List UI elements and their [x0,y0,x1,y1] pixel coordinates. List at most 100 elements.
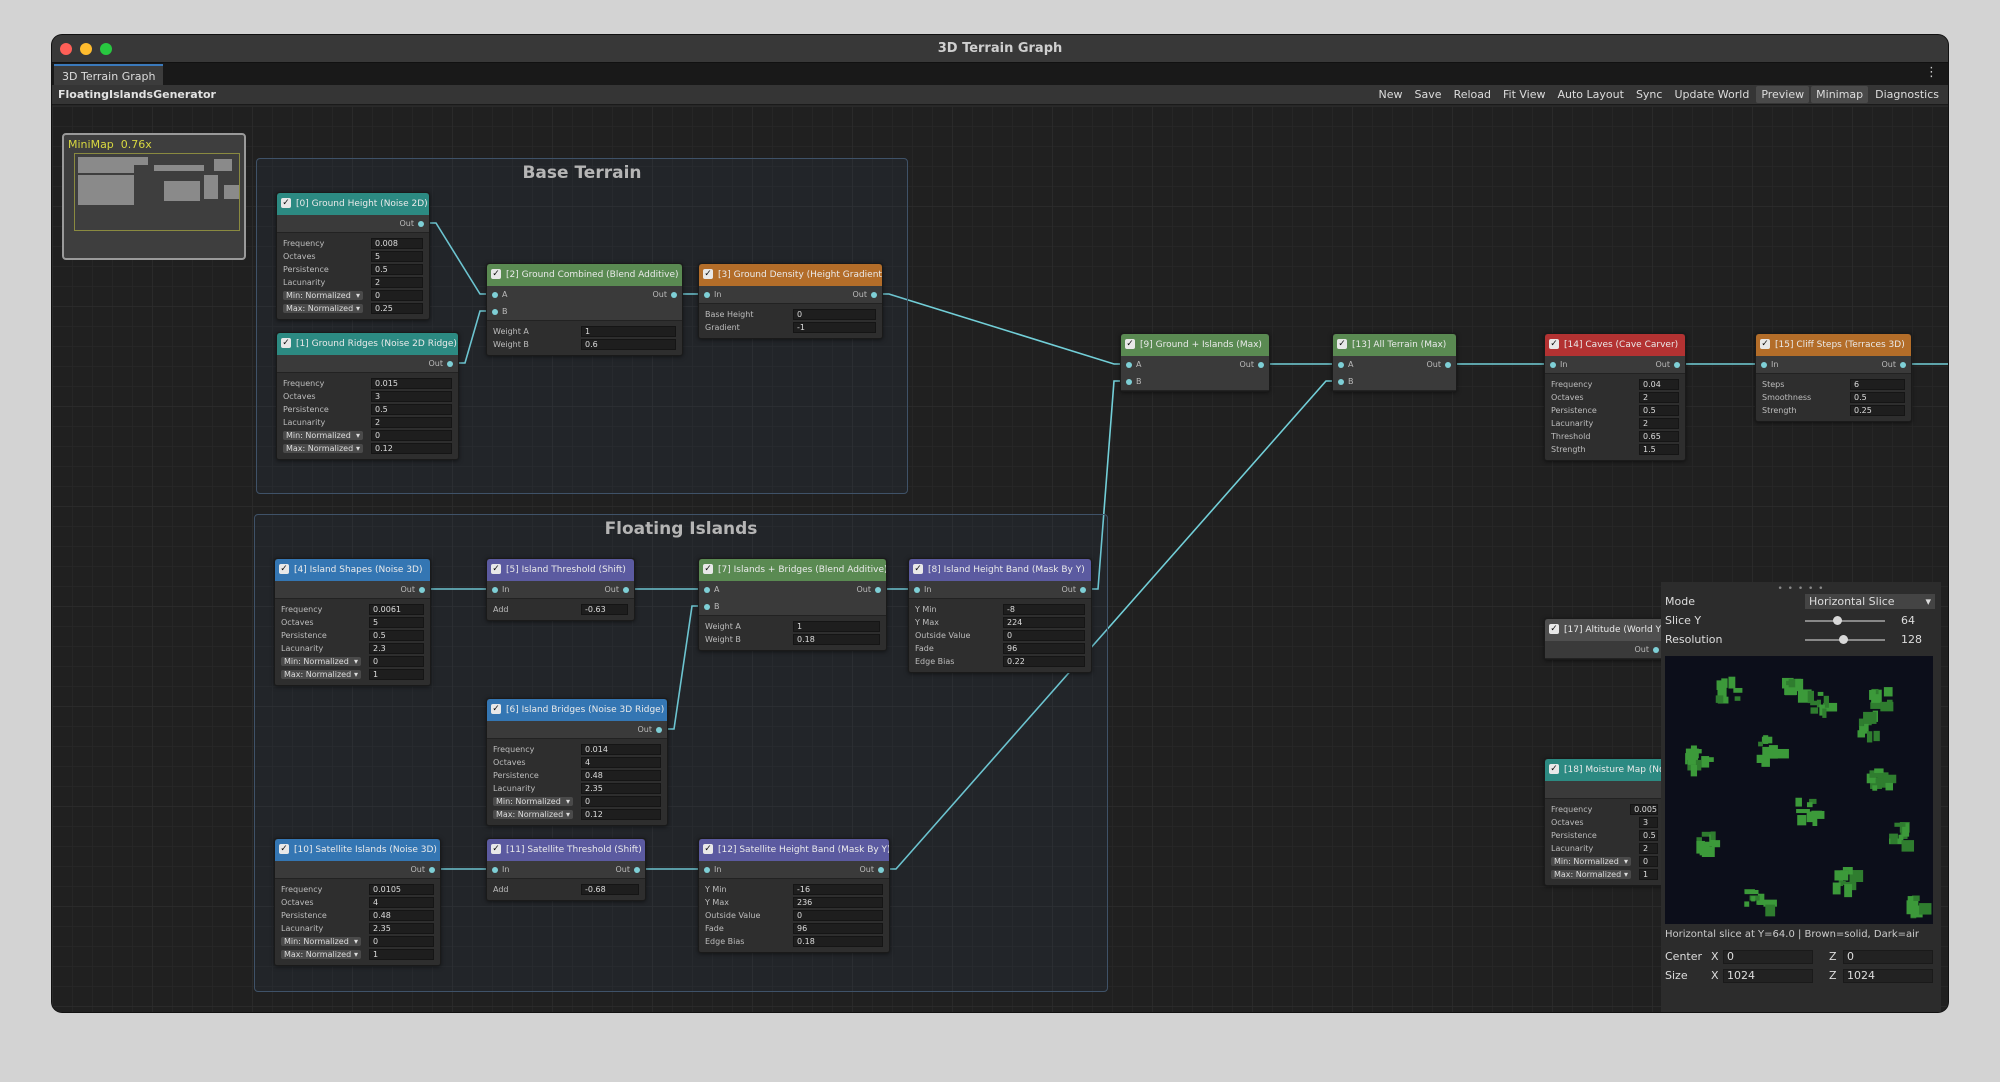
range-mode-dropdown[interactable]: Max: Normalized ▾ [281,950,361,959]
range-mode-dropdown[interactable]: Max: Normalized ▾ [281,670,361,679]
property-value-field[interactable]: 0.5 [371,264,423,275]
node-header[interactable]: ✓ [10] Satellite Islands (Noise 3D) [275,839,440,861]
output-port[interactable] [1258,362,1264,368]
property-value-field[interactable]: 0.25 [371,303,423,314]
enabled-checkbox[interactable]: ✓ [491,703,501,714]
update-world-button[interactable]: Update World [1669,86,1754,103]
property-value-field[interactable]: 0.6 [581,339,676,350]
input-port-in[interactable] [704,292,710,298]
mode-select[interactable]: Horizontal Slice ▾ [1805,594,1935,609]
node-header[interactable]: ✓ [12] Satellite Height Band (Mask By Y) [699,839,889,861]
output-port[interactable] [875,587,881,593]
range-mode-dropdown[interactable]: Min: Normalized ▾ [281,657,361,666]
enabled-checkbox[interactable]: ✓ [703,268,713,279]
output-port[interactable] [1080,587,1086,593]
auto-layout-button[interactable]: Auto Layout [1553,86,1629,103]
property-value-field[interactable]: -1 [793,322,876,333]
node-header[interactable]: ✓ [4] Island Shapes (Noise 3D) [275,559,430,581]
enabled-checkbox[interactable]: ✓ [279,563,289,574]
property-value-field[interactable]: 0.12 [581,809,661,820]
range-mode-dropdown[interactable]: Max: Normalized ▾ [1551,870,1631,879]
node-header[interactable]: ✓ [14] Caves (Cave Carver) [1545,334,1685,356]
property-value-field[interactable]: 1 [793,621,880,632]
property-value-field[interactable]: 2 [371,417,452,428]
tab-3d-terrain-graph[interactable]: 3D Terrain Graph [54,64,164,85]
output-port[interactable] [634,867,640,873]
node-header[interactable]: ✓ [13] All Terrain (Max) [1333,334,1456,356]
property-value-field[interactable]: 4 [581,757,661,768]
property-value-field[interactable]: 0.5 [1639,830,1658,841]
input-port-b[interactable] [1126,379,1132,385]
node-n18[interactable]: ✓[18] Moisture Map (NoiseFrequency0.005O… [1544,758,1665,886]
property-value-field[interactable]: 0.48 [581,770,661,781]
property-value-field[interactable]: 2.35 [369,923,434,934]
property-value-field[interactable]: 2 [371,277,423,288]
output-port[interactable] [418,221,424,227]
node-header[interactable]: ✓ [1] Ground Ridges (Noise 2D Ridge) [277,333,458,355]
minimap[interactable]: MiniMap 0.76x [62,133,246,260]
property-value-field[interactable]: -0.63 [581,604,628,615]
property-value-field[interactable]: 0 [369,936,434,947]
range-mode-dropdown[interactable]: Min: Normalized ▾ [281,937,361,946]
range-mode-dropdown[interactable]: Max: Normalized ▾ [283,304,363,313]
property-value-field[interactable]: 1 [369,949,434,960]
node-n13[interactable]: ✓ [13] All Terrain (Max) A Out B [1332,333,1457,392]
property-value-field[interactable]: 0 [1639,856,1658,867]
property-value-field[interactable]: 0.5 [371,404,452,415]
property-value-field[interactable]: 224 [1003,617,1085,628]
range-mode-dropdown[interactable]: Min: Normalized ▾ [493,797,573,806]
property-value-field[interactable]: 0 [371,290,423,301]
node-header[interactable]: ✓ [15] Cliff Steps (Terraces 3D) [1756,334,1911,356]
property-value-field[interactable]: 0 [1003,630,1085,641]
input-port-a[interactable] [492,292,498,298]
output-port[interactable] [623,587,629,593]
enabled-checkbox[interactable]: ✓ [703,563,713,574]
node-n8[interactable]: ✓ [8] Island Height Band (Mask By Y) In Out… [908,558,1092,673]
enabled-checkbox[interactable]: ✓ [279,843,289,854]
node-header[interactable]: ✓ [11] Satellite Threshold (Shift) [487,839,645,861]
property-value-field[interactable]: 1.5 [1639,444,1679,455]
input-port-in[interactable] [704,867,710,873]
input-port-in[interactable] [492,867,498,873]
property-value-field[interactable]: 0.65 [1639,431,1679,442]
property-value-field[interactable]: 4 [369,897,434,908]
output-port[interactable] [1900,362,1906,368]
property-value-field[interactable]: 5 [369,617,424,628]
output-port[interactable] [419,587,425,593]
enabled-checkbox[interactable]: ✓ [1337,338,1347,349]
node-header[interactable]: ✓ [18] Moisture Map (Noise [1545,759,1664,781]
input-port-b[interactable] [492,309,498,315]
node-header[interactable]: ✓ [5] Island Threshold (Shift) [487,559,634,581]
property-value-field[interactable]: 2.35 [581,783,661,794]
node-n17[interactable]: ✓ [17] Altitude (World Y) Out [1544,618,1665,660]
property-value-field[interactable]: 6 [1850,379,1905,390]
resolution-slider[interactable] [1805,635,1885,644]
node-n12[interactable]: ✓ [12] Satellite Height Band (Mask By Y) I… [698,838,890,953]
new-button[interactable]: New [1374,86,1408,103]
node-n6[interactable]: ✓ [6] Island Bridges (Noise 3D Ridge) Out F… [486,698,668,826]
node-n4[interactable]: ✓ [4] Island Shapes (Noise 3D) Out Frequenc… [274,558,431,686]
property-value-field[interactable]: 0.04 [1639,379,1679,390]
property-value-field[interactable]: 2 [1639,392,1679,403]
center-z-field[interactable]: 0 [1843,950,1933,964]
node-n0[interactable]: ✓ [0] Ground Height (Noise 2D) Out Frequenc… [276,192,430,320]
property-value-field[interactable]: 0.008 [371,238,423,249]
output-port[interactable] [1445,362,1451,368]
property-value-field[interactable]: 2.3 [369,643,424,654]
input-port-b[interactable] [1338,379,1344,385]
slice-value[interactable]: 64 [1901,613,1915,629]
node-n15[interactable]: ✓ [15] Cliff Steps (Terraces 3D) In Out Step… [1755,333,1912,422]
reload-button[interactable]: Reload [1449,86,1496,103]
more-menu-icon[interactable]: ⋮ [1925,65,1938,80]
enabled-checkbox[interactable]: ✓ [1125,338,1135,349]
drag-handle-icon[interactable]: • • • • • [1661,584,1941,594]
enabled-checkbox[interactable]: ✓ [913,563,923,574]
property-value-field[interactable]: 5 [371,251,423,262]
minimap-button[interactable]: Minimap [1811,86,1869,103]
output-port[interactable] [871,292,877,298]
output-port[interactable] [429,867,435,873]
enabled-checkbox[interactable]: ✓ [1549,763,1559,774]
slice-slider[interactable] [1805,616,1885,625]
range-mode-dropdown[interactable]: Max: Normalized ▾ [283,444,363,453]
property-value-field[interactable]: 0 [793,910,883,921]
